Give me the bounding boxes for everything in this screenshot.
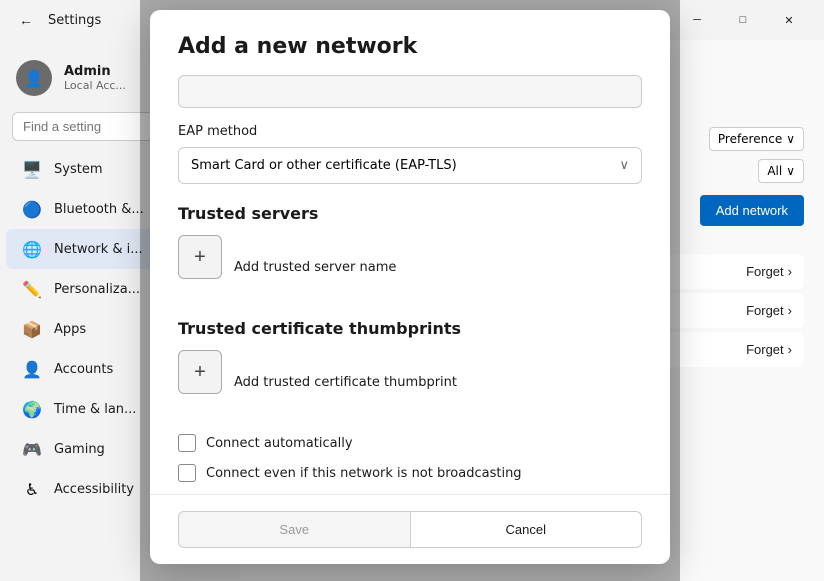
gaming-icon: 🎮 — [22, 439, 42, 459]
system-icon: 🖥️ — [22, 159, 42, 179]
add-server-plus-icon: + — [194, 246, 206, 269]
eap-method-value: Smart Card or other certificate (EAP-TLS… — [191, 158, 457, 173]
sidebar-label-time: Time & lan... — [54, 402, 136, 417]
forget-chevron-3: › — [788, 342, 792, 357]
minimize-button[interactable]: ─ — [674, 4, 720, 36]
network-icon: 🌐 — [22, 239, 42, 259]
sidebar-label-accounts: Accounts — [54, 362, 113, 377]
connect-auto-row: Connect automatically — [178, 434, 642, 452]
preference-dropdown[interactable]: Preference ∨ — [709, 127, 804, 151]
add-trusted-server-label: Add trusted server name — [234, 260, 396, 275]
trusted-thumbprints-title: Trusted certificate thumbprints — [178, 319, 642, 338]
accessibility-icon: ♿ — [22, 479, 42, 499]
add-thumbprint-row: + Add trusted certificate thumbprint — [178, 350, 642, 414]
eap-method-chevron: ∨ — [619, 158, 629, 173]
sidebar-label-network: Network & i... — [54, 242, 143, 257]
forget-button-1[interactable]: Forget › — [746, 264, 792, 279]
modal-title: Add a new network — [178, 34, 642, 59]
close-button[interactable]: ✕ — [766, 4, 812, 36]
sidebar-label-system: System — [54, 162, 102, 177]
trusted-servers-title: Trusted servers — [178, 204, 642, 223]
personalization-icon: ✏️ — [22, 279, 42, 299]
add-network-modal: Add a new network EAP method Smart Card … — [150, 10, 670, 564]
all-dropdown[interactable]: All ∨ — [758, 159, 804, 183]
forget-label-2: Forget — [746, 303, 784, 318]
maximize-button[interactable]: □ — [720, 4, 766, 36]
avatar: 👤 — [16, 60, 52, 96]
accounts-icon: 👤 — [22, 359, 42, 379]
modal-body: EAP method Smart Card or other certifica… — [150, 75, 670, 494]
all-label: All — [767, 164, 782, 178]
add-thumbprint-button[interactable]: + — [178, 350, 222, 394]
all-chevron: ∨ — [786, 164, 795, 178]
modal-header: Add a new network — [150, 10, 670, 75]
connect-auto-label: Connect automatically — [206, 436, 353, 451]
user-info: Admin Local Acc... — [64, 64, 126, 92]
network-name-input[interactable] — [178, 75, 642, 108]
save-button[interactable]: Save — [178, 511, 411, 548]
avatar-icon: 👤 — [24, 69, 44, 88]
time-icon: 🌍 — [22, 399, 42, 419]
forget-label-3: Forget — [746, 342, 784, 357]
connect-not-broadcasting-label: Connect even if this network is not broa… — [206, 466, 522, 481]
sidebar-label-apps: Apps — [54, 322, 86, 337]
sidebar-label-accessibility: Accessibility — [54, 482, 134, 497]
forget-chevron-1: › — [788, 264, 792, 279]
apps-icon: 📦 — [22, 319, 42, 339]
preference-label: Preference — [718, 132, 782, 146]
add-thumbprint-label: Add trusted certificate thumbprint — [234, 375, 457, 390]
sidebar-label-personalization: Personaliza... — [54, 282, 140, 297]
forget-label-1: Forget — [746, 264, 784, 279]
title-bar-title: Settings — [48, 13, 101, 28]
add-network-button[interactable]: Add network — [700, 195, 804, 226]
forget-button-2[interactable]: Forget › — [746, 303, 792, 318]
sidebar-label-gaming: Gaming — [54, 442, 105, 457]
connect-auto-checkbox[interactable] — [178, 434, 196, 452]
window-controls: ─ □ ✕ — [674, 4, 812, 36]
add-trusted-server-row: + Add trusted server name — [178, 235, 642, 299]
connect-not-broadcasting-checkbox[interactable] — [178, 464, 196, 482]
sidebar-label-bluetooth: Bluetooth &... — [54, 202, 144, 217]
eap-method-dropdown[interactable]: Smart Card or other certificate (EAP-TLS… — [178, 147, 642, 184]
forget-button-3[interactable]: Forget › — [746, 342, 792, 357]
connect-not-broadcasting-row: Connect even if this network is not broa… — [178, 464, 642, 482]
add-thumbprint-plus-icon: + — [194, 361, 206, 384]
cancel-button[interactable]: Cancel — [411, 511, 643, 548]
preference-chevron: ∨ — [786, 132, 795, 146]
eap-method-label: EAP method — [178, 124, 642, 139]
add-trusted-server-button[interactable]: + — [178, 235, 222, 279]
user-subtitle: Local Acc... — [64, 79, 126, 92]
user-name: Admin — [64, 64, 126, 79]
bluetooth-icon: 🔵 — [22, 199, 42, 219]
modal-overlay: Add a new network EAP method Smart Card … — [140, 0, 680, 581]
back-button[interactable]: ← — [12, 6, 40, 34]
modal-footer: Save Cancel — [150, 494, 670, 564]
forget-chevron-2: › — [788, 303, 792, 318]
